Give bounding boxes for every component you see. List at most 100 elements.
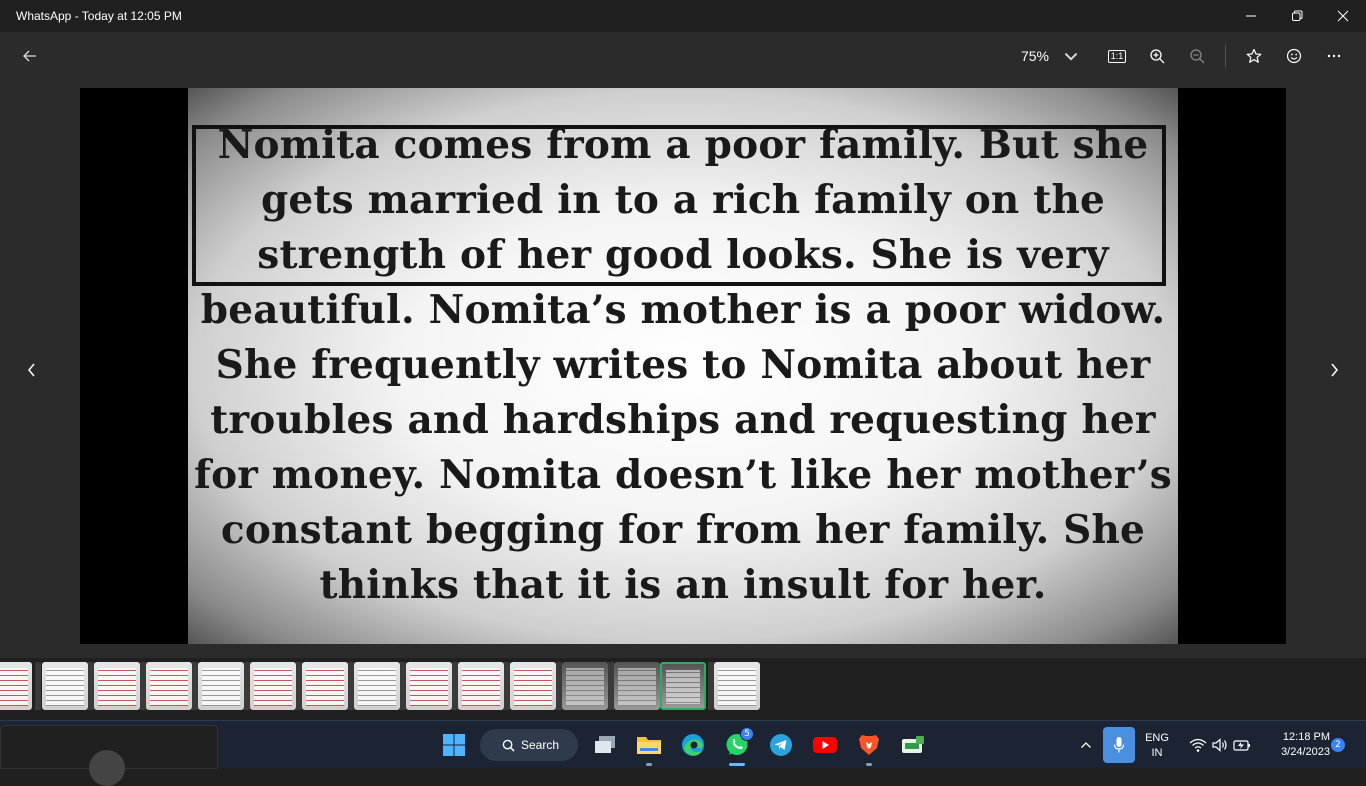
window-title: WhatsApp - Today at 12:05 PM xyxy=(16,9,182,23)
edge-button[interactable] xyxy=(677,729,709,761)
media-viewer: Nomita comes from a poor family. But she… xyxy=(0,80,1366,658)
show-hidden-icons-button[interactable] xyxy=(1072,729,1100,761)
edge-icon xyxy=(682,734,704,756)
image-text-line: Nomita comes from a poor family. But she xyxy=(217,122,1149,168)
brave-running-indicator xyxy=(866,763,872,766)
thumbnail[interactable] xyxy=(146,662,192,710)
viewer-toolbar: 75% 1:1 xyxy=(0,32,1366,80)
image-content: Nomita comes from a poor family. But she… xyxy=(188,88,1178,644)
thumbnail-selected[interactable] xyxy=(660,662,706,710)
file-explorer-button[interactable] xyxy=(633,729,665,761)
brave-button[interactable] xyxy=(853,729,885,761)
clock[interactable]: 12:18 PM 3/24/2023 xyxy=(1262,730,1330,760)
volume-icon xyxy=(1212,738,1227,752)
zoom-level[interactable]: 75% xyxy=(1021,48,1049,64)
thumbnail[interactable] xyxy=(562,662,608,710)
wifi-icon xyxy=(1189,738,1207,752)
image-text-line: beautiful. Nomita’s mother is a poor wid… xyxy=(200,287,1166,333)
language-code: ENG xyxy=(1145,732,1169,744)
pinned-app-button[interactable] xyxy=(897,729,929,761)
folder-icon xyxy=(637,737,661,754)
thumbnail[interactable] xyxy=(510,662,556,710)
image-text: Nomita comes from a poor family. But she… xyxy=(188,118,1178,613)
image-text-line: She frequently writes to Nomita about he… xyxy=(215,342,1151,388)
image-text-line: gets married in to a rich family on the xyxy=(260,177,1106,223)
task-view-button[interactable] xyxy=(589,729,621,761)
arrow-left-icon xyxy=(23,50,36,62)
windows-icon xyxy=(443,734,465,756)
displayed-image: Nomita comes from a poor family. But she… xyxy=(80,88,1286,644)
clock-date: 3/24/2023 xyxy=(1281,746,1330,758)
chevron-down-icon xyxy=(1064,52,1078,61)
whatsapp-unread-badge: 5 xyxy=(740,727,754,741)
restore-button[interactable] xyxy=(1274,0,1320,32)
thumbnail[interactable] xyxy=(0,662,32,710)
emoji-icon xyxy=(1286,48,1302,64)
brave-icon xyxy=(859,735,879,755)
taskbar: Search 5 ENG IN 12:18 PM 3/24/2023 2 xyxy=(0,720,1366,786)
thumbnail[interactable] xyxy=(302,662,348,710)
minimize-button[interactable] xyxy=(1228,0,1274,32)
thumbnail[interactable] xyxy=(714,662,760,710)
clock-time: 12:18 PM xyxy=(1282,731,1330,743)
image-text-line: strength of her good looks. She is very xyxy=(257,232,1109,278)
task-view-running-indicator xyxy=(646,763,652,766)
app-icon xyxy=(902,736,924,753)
thumbnail[interactable] xyxy=(198,662,244,710)
restore-icon xyxy=(1292,10,1303,21)
image-text-line: troubles and hardships and requesting he… xyxy=(210,397,1156,443)
microphone-button[interactable] xyxy=(1103,727,1135,763)
taskbar-search[interactable]: Search xyxy=(480,729,578,761)
thumbnail-strip xyxy=(0,658,1366,720)
task-view-icon xyxy=(595,736,615,753)
thumbnail[interactable] xyxy=(250,662,296,710)
favorite-button[interactable] xyxy=(1234,40,1274,72)
chevron-right-icon xyxy=(1331,363,1338,377)
image-text-line: constant begging for from her family. Sh… xyxy=(220,507,1146,553)
youtube-button[interactable] xyxy=(809,729,841,761)
thumbnail[interactable] xyxy=(614,662,660,710)
telegram-icon xyxy=(770,734,792,756)
notification-badge[interactable]: 2 xyxy=(1331,738,1345,752)
thumbnail-divider xyxy=(35,662,41,710)
react-button[interactable] xyxy=(1274,40,1314,72)
zoom-dropdown-button[interactable] xyxy=(1059,40,1083,72)
thumbnail[interactable] xyxy=(94,662,140,710)
more-options-button[interactable] xyxy=(1314,40,1354,72)
actual-size-button[interactable]: 1:1 xyxy=(1097,40,1137,72)
image-text-line: for money. Nomita doesn’t like her mothe… xyxy=(194,452,1172,498)
thumbnail[interactable] xyxy=(406,662,452,710)
image-text-line: thinks that it is an insult for her. xyxy=(319,562,1047,608)
thumbnail[interactable] xyxy=(42,662,88,710)
close-button[interactable] xyxy=(1320,0,1366,32)
telegram-button[interactable] xyxy=(765,729,797,761)
minimize-icon xyxy=(1246,15,1256,17)
next-image-button[interactable] xyxy=(1319,350,1349,390)
thumbnail[interactable] xyxy=(458,662,504,710)
battery-icon xyxy=(1233,740,1250,751)
youtube-icon xyxy=(813,737,837,753)
zoom-in-icon xyxy=(1150,49,1165,64)
zoom-in-button[interactable] xyxy=(1137,40,1177,72)
search-icon xyxy=(502,739,515,752)
quick-settings-button[interactable] xyxy=(1182,729,1258,761)
title-bar: WhatsApp - Today at 12:05 PM xyxy=(0,0,1366,32)
whatsapp-running-indicator xyxy=(729,763,745,766)
more-icon xyxy=(1327,54,1341,58)
chevron-left-icon xyxy=(28,363,35,377)
zoom-out-icon xyxy=(1190,49,1205,64)
start-button[interactable] xyxy=(438,729,470,761)
thumbnail[interactable] xyxy=(354,662,400,710)
region-code: IN xyxy=(1151,747,1163,759)
close-icon xyxy=(1337,10,1349,22)
zoom-out-button[interactable] xyxy=(1177,40,1217,72)
language-indicator[interactable]: ENG IN xyxy=(1140,731,1174,761)
search-label: Search xyxy=(521,738,560,752)
star-icon xyxy=(1246,48,1262,63)
back-button[interactable] xyxy=(16,44,44,68)
actual-size-icon: 1:1 xyxy=(1107,49,1127,63)
microphone-icon xyxy=(1113,737,1125,753)
previous-image-button[interactable] xyxy=(17,350,47,390)
widget-panel[interactable] xyxy=(0,725,218,786)
chevron-up-icon xyxy=(1081,742,1091,748)
